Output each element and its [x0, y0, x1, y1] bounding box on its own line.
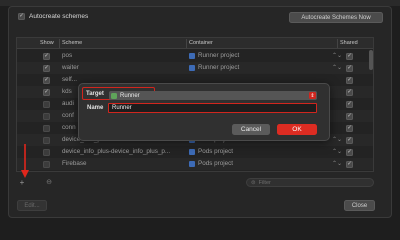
- autocreate-checkbox[interactable]: ✓: [18, 13, 25, 20]
- container-name: Runner project: [198, 52, 240, 59]
- project-icon: [189, 148, 195, 155]
- container-popup-chevron-icon[interactable]: ⌃⌄: [332, 148, 342, 155]
- target-value: Runner: [120, 92, 140, 99]
- show-checkbox[interactable]: [43, 125, 50, 132]
- column-divider: [186, 39, 187, 48]
- shared-checkbox[interactable]: ✓: [346, 89, 353, 96]
- table-header: Show Scheme Container Shared: [17, 38, 373, 49]
- minus-icon[interactable]: ⊖: [44, 177, 54, 187]
- target-select[interactable]: Runner ⇕: [109, 91, 317, 100]
- filter-input[interactable]: ⊜ Filter: [246, 178, 374, 187]
- column-header-scheme[interactable]: Scheme: [62, 40, 82, 46]
- column-header-show[interactable]: Show: [40, 40, 54, 46]
- container-popup-chevron-icon[interactable]: ⌃⌄: [332, 136, 342, 143]
- container-popup-chevron-icon[interactable]: ⌃⌄: [332, 160, 342, 167]
- container-cell: Pods project: [189, 160, 233, 167]
- container-cell: Pods project: [189, 148, 233, 155]
- autocreate-label: Autocreate schemes: [29, 13, 89, 20]
- column-header-shared[interactable]: Shared: [340, 40, 358, 46]
- shared-checkbox[interactable]: ✓: [346, 77, 353, 84]
- shared-checkbox[interactable]: ✓: [346, 101, 353, 108]
- project-icon: [189, 52, 195, 59]
- ok-button[interactable]: OK: [277, 124, 317, 135]
- filter-icon: ⊜: [251, 179, 256, 186]
- red-arrow-annotation-icon: [21, 144, 29, 178]
- shared-checkbox[interactable]: ✓: [346, 149, 353, 156]
- column-divider: [59, 39, 60, 48]
- app-target-icon: [111, 92, 117, 99]
- container-cell: Runner project: [189, 52, 239, 59]
- container-name: Pods project: [198, 148, 234, 155]
- show-checkbox[interactable]: [43, 113, 50, 120]
- table-row[interactable]: ✓ pos Runner project ⌃⌄ ✓: [17, 50, 373, 62]
- scheme-name-field[interactable]: Runner: [108, 103, 317, 113]
- shared-checkbox[interactable]: ✓: [346, 53, 353, 60]
- column-header-container[interactable]: Container: [189, 40, 213, 46]
- autocreate-schemes-option[interactable]: ✓ Autocreate schemes: [18, 13, 88, 20]
- show-checkbox[interactable]: ✓: [43, 89, 50, 96]
- shared-checkbox[interactable]: ✓: [346, 125, 353, 132]
- shared-checkbox[interactable]: ✓: [346, 161, 353, 168]
- show-checkbox[interactable]: [43, 161, 50, 168]
- scheme-name: device_info_plus-device_info_plus_p...: [62, 148, 171, 155]
- autocreate-schemes-now-button[interactable]: Autocreate Schemes Now: [289, 12, 383, 23]
- show-checkbox[interactable]: ✓: [43, 53, 50, 60]
- table-scrollbar[interactable]: [369, 50, 373, 70]
- filter-placeholder: Filter: [258, 179, 271, 186]
- show-checkbox[interactable]: [43, 101, 50, 108]
- table-row[interactable]: device_info_plus-device_info_plus_p... P…: [17, 146, 373, 158]
- scheme-name: waiter: [62, 64, 79, 71]
- project-icon: [189, 160, 195, 167]
- chevron-updown-icon[interactable]: ⇕: [309, 92, 316, 99]
- show-checkbox[interactable]: ✓: [43, 65, 50, 72]
- plus-icon[interactable]: +: [17, 177, 27, 187]
- project-icon: [189, 64, 195, 71]
- table-row[interactable]: Firebase Pods project ⌃⌄ ✓: [17, 158, 373, 170]
- container-cell: Runner project: [189, 64, 239, 71]
- container-popup-chevron-icon[interactable]: ⌃⌄: [332, 64, 342, 71]
- show-checkbox[interactable]: ✓: [43, 77, 50, 84]
- container-name: Pods project: [198, 160, 234, 167]
- scheme-name: pos: [62, 52, 73, 59]
- cancel-button[interactable]: Cancel: [232, 124, 270, 135]
- name-label: Name: [87, 105, 104, 111]
- shared-checkbox[interactable]: ✓: [346, 65, 353, 72]
- show-checkbox[interactable]: [43, 149, 50, 156]
- target-label: Target: [86, 91, 104, 97]
- show-checkbox[interactable]: [43, 137, 50, 144]
- new-scheme-dialog: Target Runner ⇕ Name Runner Cancel OK: [78, 83, 330, 141]
- edit-button[interactable]: Edit...: [17, 200, 47, 211]
- shared-checkbox[interactable]: ✓: [346, 137, 353, 144]
- column-divider: [337, 39, 338, 48]
- close-button[interactable]: Close: [344, 200, 375, 211]
- shared-checkbox[interactable]: ✓: [346, 113, 353, 120]
- scheme-name: self...: [62, 76, 78, 83]
- table-row[interactable]: ✓ waiter Runner project ⌃⌄ ✓: [17, 62, 373, 74]
- container-name: Runner project: [198, 64, 240, 71]
- container-popup-chevron-icon[interactable]: ⌃⌄: [332, 52, 342, 59]
- scheme-name: Firebase: [62, 160, 87, 167]
